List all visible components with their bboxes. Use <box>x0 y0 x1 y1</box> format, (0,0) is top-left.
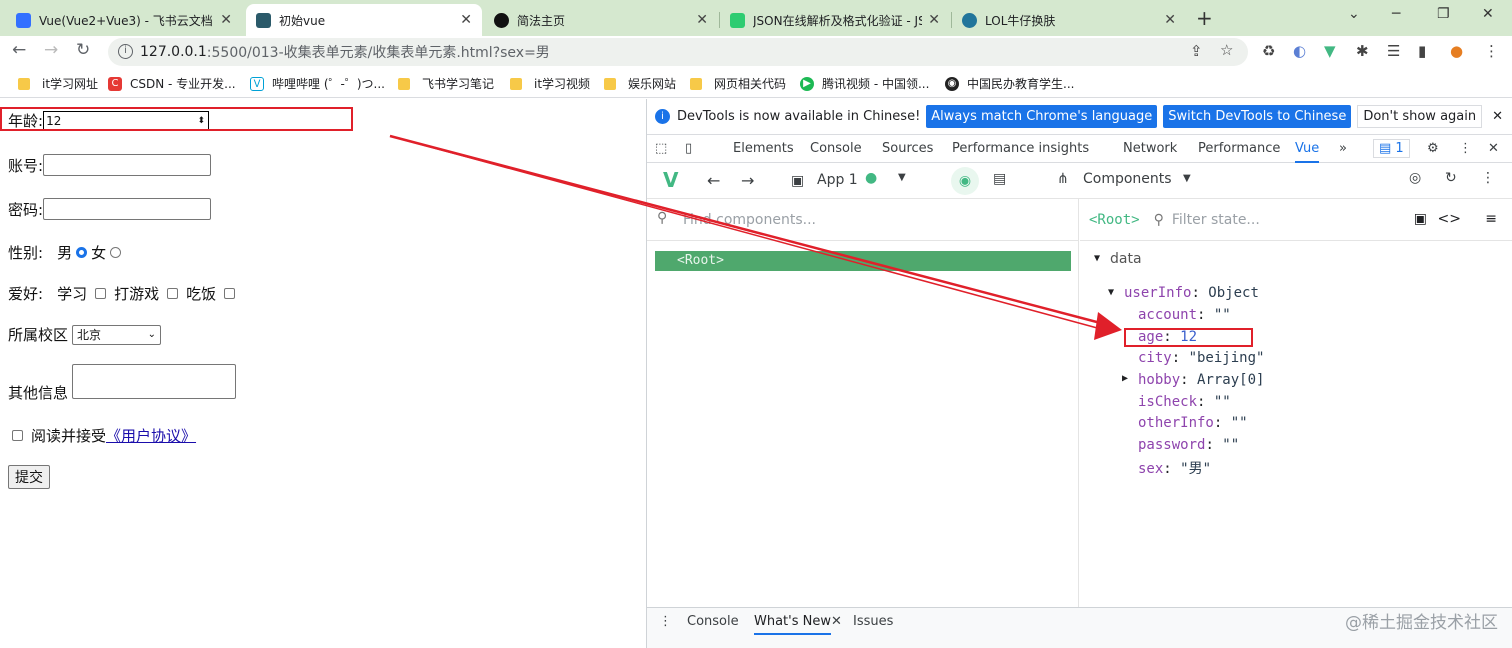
arrow-line <box>389 135 1113 333</box>
annotation-arrow <box>389 134 1122 340</box>
arrow-head <box>1094 312 1122 340</box>
arrow-line <box>389 134 1113 328</box>
